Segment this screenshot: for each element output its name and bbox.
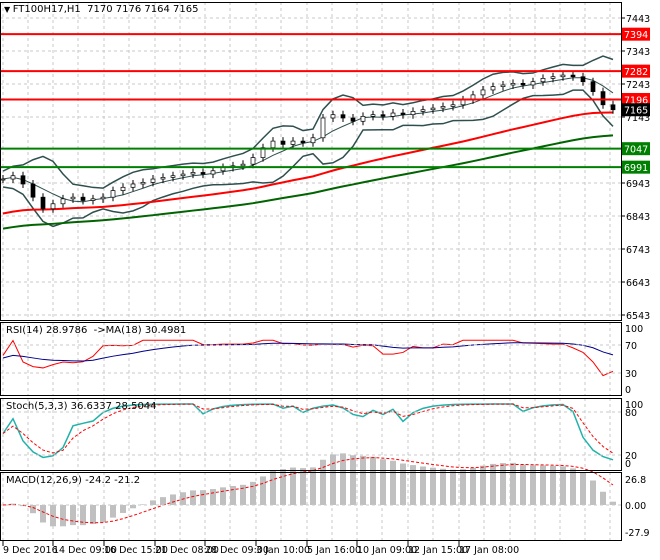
macd-tick-label: -27.9 [625, 528, 650, 539]
triangle-down-icon[interactable]: ▼ [4, 5, 13, 14]
price-tick-label: 6643 [626, 278, 650, 289]
candle [320, 117, 326, 139]
candle [440, 106, 446, 109]
bollinger-upper [2, 55, 614, 189]
price-tick-label: 6843 [626, 212, 650, 223]
candle [450, 104, 456, 107]
candle [590, 81, 596, 92]
candle [270, 140, 276, 149]
candle [0, 178, 6, 181]
price-tick-label: 7243 [626, 80, 650, 91]
candle [550, 76, 556, 79]
candle [10, 175, 16, 180]
chart-window: 7443 7343 7243 7143 6943 6843 6743 6643 6543 7394… [0, 0, 660, 560]
candle [610, 104, 616, 111]
candle [570, 74, 576, 78]
candle [240, 163, 246, 167]
price-tick-label: 7343 [626, 47, 650, 58]
level-label: 7394 [624, 30, 648, 41]
time-label: 17 Jan 08:00 [459, 545, 519, 556]
macd-tick-label: 26.8 [625, 475, 646, 486]
rsi-tick-label: 30 [625, 369, 637, 380]
stoch-tick-label: 80 [625, 408, 637, 419]
candle [330, 114, 336, 119]
candle [370, 114, 376, 117]
candle [600, 91, 606, 106]
candle [360, 115, 366, 122]
candle [30, 183, 36, 198]
price-tick-label: 7443 [626, 14, 650, 25]
candle [180, 173, 186, 177]
candle [120, 186, 126, 191]
time-label: 3 Jan 10:00 [256, 545, 310, 556]
candle [500, 84, 506, 87]
candle [280, 140, 286, 145]
candle [40, 196, 46, 210]
candle [460, 99, 466, 106]
candle [190, 172, 196, 175]
current-price-label: 7165 [624, 106, 648, 117]
candle [510, 82, 516, 86]
moving-average-fast [2, 111, 614, 215]
macd-tick-label: 0.00 [625, 501, 646, 512]
candle [580, 76, 586, 83]
level-label: 7282 [624, 67, 648, 78]
candle [210, 170, 216, 175]
candle [100, 196, 106, 200]
candle [290, 140, 296, 145]
rsi-line [2, 339, 614, 377]
candle [170, 175, 176, 178]
price-tick-label: 6943 [626, 179, 650, 190]
candle [410, 111, 416, 116]
rsi-label: RSI(14) 28.9786 ->MA(18) 30.4981 [6, 325, 187, 336]
candle [140, 181, 146, 185]
candle [90, 198, 96, 201]
candle [490, 86, 496, 91]
candle [400, 112, 406, 116]
candle [480, 89, 486, 96]
candle [70, 196, 76, 200]
panel-border [0, 2, 622, 321]
candle [130, 183, 136, 188]
chart-header: ▼ FT100H17,H1 7170 7176 7164 7165 [4, 4, 198, 15]
rsi-tick-label: 70 [625, 341, 637, 352]
bollinger-lower [2, 89, 614, 228]
candle [380, 114, 386, 117]
time-label: 5 Jan 16:00 [307, 545, 361, 556]
candle [80, 196, 86, 201]
candle [540, 78, 546, 83]
candle [350, 117, 356, 122]
macd-label: MACD(12,26,9) -24.2 -21.2 [6, 475, 141, 486]
candle [110, 190, 116, 198]
candle [530, 81, 536, 86]
candle [390, 112, 396, 117]
candle [300, 140, 306, 144]
price-tick-label: 6543 [626, 311, 650, 322]
candle [340, 114, 346, 119]
candle [60, 198, 66, 205]
ohlc-values: 7170 7176 7164 7165 [87, 4, 199, 15]
candle [50, 203, 56, 210]
candle [310, 137, 316, 144]
candle [420, 109, 426, 112]
level-label: 7047 [624, 145, 648, 156]
stoch-label: Stoch(5,3,3) 36.6337 28.5044 [6, 401, 157, 412]
symbol-title: FT100H17,H1 [12, 4, 81, 15]
candle [20, 175, 26, 185]
price-tick-label: 6743 [626, 245, 650, 256]
stoch-tick-label: 0 [625, 459, 631, 470]
candle [560, 74, 566, 78]
level-label: 6991 [624, 163, 648, 174]
candle [160, 177, 166, 180]
candle [250, 157, 256, 165]
rsi-tick-label: 100 [625, 324, 643, 335]
candle [200, 172, 206, 175]
candle [150, 178, 156, 183]
time-label: 9 Dec 2016 [3, 545, 58, 556]
rsi-tick-label: 0 [625, 385, 631, 396]
candle [430, 107, 436, 111]
candle [520, 82, 526, 86]
